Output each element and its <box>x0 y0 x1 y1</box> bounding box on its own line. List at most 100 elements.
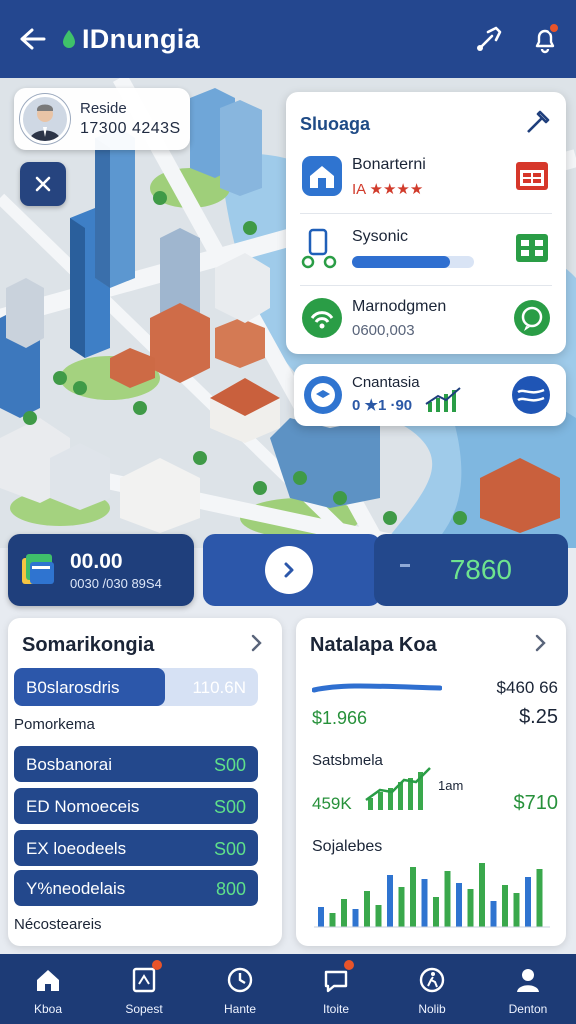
sysonic-progress-fill <box>352 256 450 268</box>
walk-icon <box>416 964 448 996</box>
summary-progress[interactable]: B0slarosdris 110.6N <box>14 668 258 706</box>
trend-chart-icon <box>425 387 461 412</box>
chevron-right-icon[interactable] <box>248 632 268 656</box>
clock-icon <box>224 964 256 996</box>
list-item-label: ED Nomoeceis <box>26 797 140 816</box>
nav-item-denton[interactable]: Denton <box>480 954 576 1024</box>
wallet-amount: 00.00 <box>70 550 123 573</box>
bar <box>479 863 485 927</box>
side-panel: Sluoaga Bonarterni IA ★★★★ Sysonic Marno… <box>286 92 566 354</box>
share-icon[interactable] <box>472 22 506 56</box>
bar <box>421 879 428 927</box>
list-item[interactable]: Bosbanorai S00 <box>14 746 258 782</box>
bar <box>467 889 474 927</box>
bar <box>456 883 462 927</box>
nav-label: Denton <box>508 1002 548 1016</box>
rating-stars: IA ★★★★ <box>352 181 424 198</box>
edit-icon[interactable] <box>524 108 552 141</box>
next-button[interactable] <box>265 546 313 594</box>
bottom-nav: Kboa Sopest Hante Itoite Nolib Denton <box>0 954 576 1024</box>
stat-value: 7860 <box>449 554 512 585</box>
nav-label: Sopest <box>125 1002 163 1016</box>
sales-bar-chart <box>314 863 550 928</box>
divider-mark <box>400 564 410 567</box>
profile-number: 17300 4243S <box>80 120 181 137</box>
side-row-label: Bonarterni <box>352 156 426 173</box>
bar <box>341 899 347 927</box>
value-stat[interactable]: 7860 <box>374 534 568 606</box>
chevron-right-icon[interactable] <box>532 632 552 656</box>
side-panel-title: Sluoaga <box>300 114 371 134</box>
package-icon <box>302 374 344 416</box>
bar <box>536 869 543 927</box>
price-line <box>312 683 442 693</box>
bar <box>502 885 508 927</box>
right-green-value: $1.966 <box>312 708 368 728</box>
calendar-icon[interactable] <box>512 156 552 196</box>
nav-item-itoite[interactable]: Itoite <box>288 954 384 1024</box>
notification-badge <box>548 22 560 34</box>
progress-value: 110.6N <box>192 678 246 697</box>
avatar <box>20 94 70 144</box>
bar <box>318 907 324 927</box>
top-bar: IDnungia <box>0 0 576 78</box>
bar <box>352 909 359 927</box>
list-item-value: S00 <box>213 797 246 817</box>
grid-icon[interactable] <box>512 228 552 268</box>
list-item-value: S00 <box>213 839 246 859</box>
bar <box>513 893 520 927</box>
profile-name: Reside <box>80 100 127 117</box>
wallet-icon <box>20 552 58 588</box>
side-row-sub: 0600,003 <box>352 322 415 339</box>
chevron-right-icon <box>284 562 294 578</box>
list-item[interactable]: EX loeodeels S00 <box>14 830 258 866</box>
nav-badge <box>152 960 162 970</box>
side-row-marnodgmen[interactable]: Marnodgmen 0600,003 <box>300 296 552 356</box>
nav-label: Hante <box>223 1002 257 1016</box>
stat-bar: 00.00 0030 /030 89S4 7860 <box>8 534 568 606</box>
bar <box>387 875 393 927</box>
summary-footer: Nécosteareis <box>14 916 102 933</box>
side-row-label: Sysonic <box>352 228 409 245</box>
close-icon <box>35 176 51 192</box>
right-panel-title: Natalapa Koa <box>310 634 437 656</box>
close-button[interactable] <box>20 162 66 206</box>
mini-trend-chart <box>365 767 431 810</box>
wifi-icon <box>300 296 344 340</box>
side-row-sysonic[interactable]: Sysonic <box>300 226 552 286</box>
bar <box>375 905 382 927</box>
list-item[interactable]: ED Nomoeceis S00 <box>14 788 258 824</box>
nav-item-nolib[interactable]: Nolib <box>384 954 480 1024</box>
right-price: $460 66 <box>496 678 558 697</box>
bar <box>525 877 531 927</box>
bar <box>444 871 451 927</box>
arrow-left-icon[interactable] <box>14 21 50 57</box>
floating-info-card[interactable]: Cnantasia 0 ★1 ·90 <box>294 364 566 426</box>
nav-item-hante[interactable]: Hante <box>192 954 288 1024</box>
side-row-bonarterni[interactable]: Bonarterni IA ★★★★ <box>300 154 552 214</box>
transit-icon <box>300 226 344 270</box>
floating-card-label: Cnantasia <box>352 374 420 391</box>
profile-card[interactable]: Reside 17300 4243S <box>14 88 190 150</box>
left-panel-title: Somarikongia <box>22 634 155 656</box>
list-item[interactable]: Y%neodelais 800 <box>14 870 258 906</box>
nav-item-home[interactable]: Kboa <box>0 954 96 1024</box>
list-item-label: Y%neodelais <box>26 879 126 898</box>
app-title: IDnungia <box>82 23 200 54</box>
list-item-label: EX loeodeels <box>26 839 127 858</box>
notification-icon[interactable] <box>528 22 562 56</box>
floating-card-sub: 0 ★1 ·90 <box>352 397 413 414</box>
profile-icon <box>512 964 544 996</box>
wallet-sub: 0030 /030 89S4 <box>70 576 162 591</box>
wave-icon[interactable] <box>510 374 552 416</box>
nav-item-sopest[interactable]: Sopest <box>96 954 192 1024</box>
list-item-label: Bosbanorai <box>26 755 113 774</box>
chat-icon[interactable] <box>512 298 552 338</box>
home-icon <box>300 154 344 198</box>
bar <box>410 867 416 927</box>
list-item-value: S00 <box>213 755 246 775</box>
right-dark-value: $.25 <box>519 706 558 728</box>
sysonic-progress-track <box>352 256 474 268</box>
wallet-stat[interactable]: 00.00 0030 /030 89S4 <box>8 534 194 606</box>
bar <box>490 901 497 927</box>
